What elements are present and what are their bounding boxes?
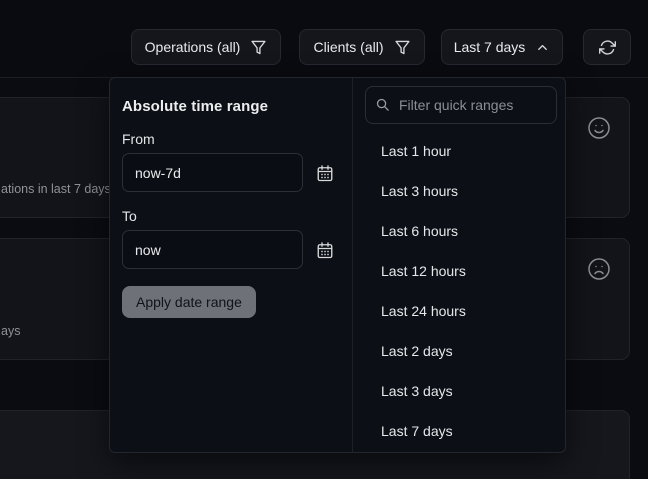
chevron-up-icon xyxy=(535,40,550,55)
top-toolbar: Operations (all) Clients (all) Last 7 da… xyxy=(0,0,648,78)
to-input[interactable] xyxy=(122,230,303,269)
from-input[interactable] xyxy=(122,153,303,192)
operations-filter-label: Operations (all) xyxy=(145,39,241,55)
time-range-label: Last 7 days xyxy=(454,39,526,55)
clients-filter-button[interactable]: Clients (all) xyxy=(299,29,425,65)
quick-ranges-list: Last 1 hour Last 3 hours Last 6 hours La… xyxy=(353,131,565,451)
from-label: From xyxy=(122,131,340,147)
quick-range-option-last-2-days[interactable]: Last 2 days xyxy=(353,331,565,371)
clients-filter-label: Clients (all) xyxy=(313,39,383,55)
quick-range-option-last-7-days[interactable]: Last 7 days xyxy=(353,411,565,451)
to-calendar-button[interactable] xyxy=(316,241,334,259)
quick-range-option-last-3-hours[interactable]: Last 3 hours xyxy=(353,171,565,211)
refresh-button[interactable] xyxy=(583,29,631,65)
funnel-icon xyxy=(250,39,267,56)
from-calendar-button[interactable] xyxy=(316,164,334,182)
absolute-time-range-section: Absolute time range From xyxy=(110,78,352,452)
time-range-button[interactable]: Last 7 days xyxy=(441,29,563,65)
smiley-face-icon xyxy=(587,116,611,145)
calendar-icon xyxy=(316,164,334,182)
time-range-dropdown-panel: Absolute time range From xyxy=(109,77,566,453)
panel-title: Absolute time range xyxy=(122,98,340,115)
refresh-icon xyxy=(599,39,616,56)
quick-ranges-section: Last 1 hour Last 3 hours Last 6 hours La… xyxy=(352,78,565,452)
quick-range-option-last-12-hours[interactable]: Last 12 hours xyxy=(353,251,565,291)
card-caption: ays xyxy=(1,324,20,338)
apply-date-range-button[interactable]: Apply date range xyxy=(122,286,256,318)
calendar-icon xyxy=(316,241,334,259)
dashboard-screen: ations in last 7 days ays Operations (al… xyxy=(0,0,648,479)
quick-range-option-last-6-hours[interactable]: Last 6 hours xyxy=(353,211,565,251)
to-label: To xyxy=(122,208,340,224)
quick-range-option-last-1-hour[interactable]: Last 1 hour xyxy=(353,131,565,171)
filter-quick-ranges-input[interactable] xyxy=(365,86,557,124)
frown-face-icon xyxy=(587,257,611,286)
card-caption: ations in last 7 days xyxy=(1,182,111,196)
funnel-icon xyxy=(394,39,411,56)
operations-filter-button[interactable]: Operations (all) xyxy=(131,29,281,65)
quick-range-option-last-24-hours[interactable]: Last 24 hours xyxy=(353,291,565,331)
quick-range-option-last-3-days[interactable]: Last 3 days xyxy=(353,371,565,411)
